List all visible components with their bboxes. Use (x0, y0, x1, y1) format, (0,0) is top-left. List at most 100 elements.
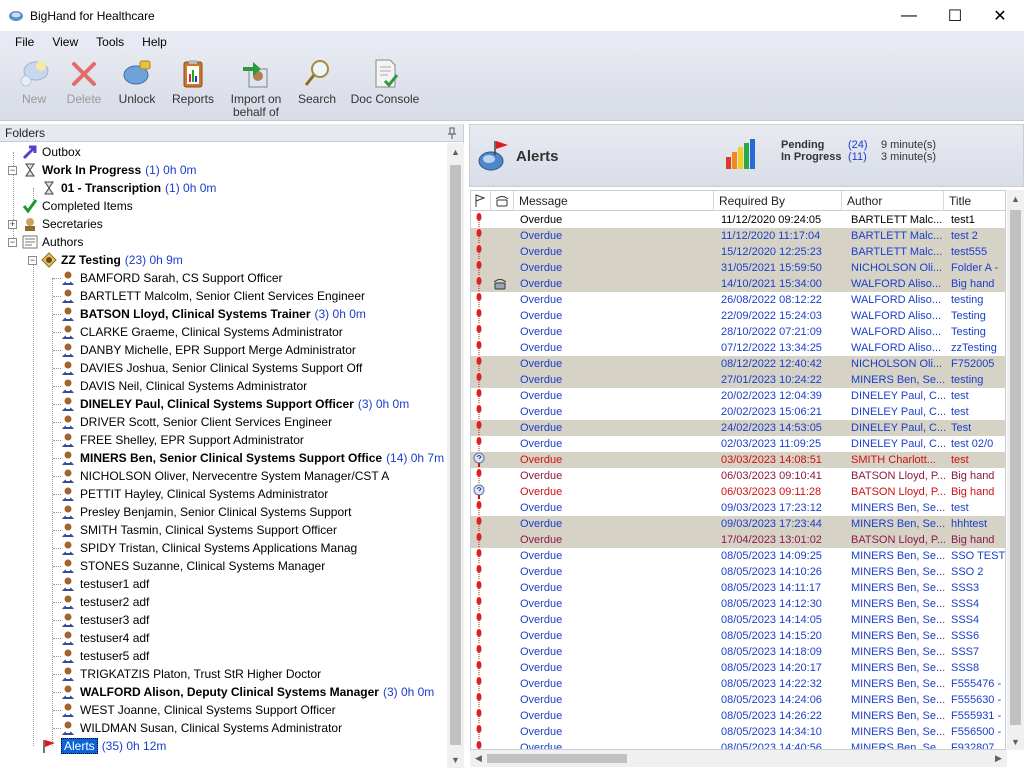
alert-row[interactable]: Overdue 09/03/2023 17:23:12 MINERS Ben, Se… (471, 500, 1005, 516)
tree-item-author[interactable]: DRIVER Scott, Senior Client Services Eng… (60, 413, 336, 431)
alert-row[interactable]: Overdue 08/05/2023 14:26:22 MINERS Ben, Se… (471, 708, 1005, 724)
unlock-button[interactable]: Unlock (114, 57, 160, 106)
phone-column-header[interactable] (491, 191, 514, 211)
expander-authors[interactable]: − (8, 238, 17, 247)
grid-vertical-scrollbar[interactable]: ▲ ▼ (1007, 190, 1024, 750)
alert-row[interactable]: Overdue 06/03/2023 09:10:41 BATSON Lloyd, … (471, 468, 1005, 484)
alert-row[interactable]: Overdue 20/02/2023 12:04:39 DINELEY Paul, … (471, 388, 1005, 404)
alert-row[interactable]: Overdue 08/05/2023 14:10:26 MINERS Ben, Se… (471, 564, 1005, 580)
scroll-up-icon[interactable]: ▲ (1007, 190, 1024, 207)
menu-view[interactable]: View (43, 31, 87, 53)
tree-item-author[interactable]: MINERS Ben, Senior Clinical Systems Supp… (60, 449, 444, 467)
pin-icon[interactable] (447, 127, 457, 139)
title-column-header[interactable]: Title (944, 191, 1005, 211)
required-by-column-header[interactable]: Required By (714, 191, 842, 211)
expander-secretaries[interactable]: + (8, 220, 17, 229)
alert-row[interactable]: Overdue 31/05/2021 15:59:50 NICHOLSON Oli.… (471, 260, 1005, 276)
alert-row[interactable]: Overdue 24/02/2023 14:53:05 DINELEY Paul, … (471, 420, 1005, 436)
scroll-down-icon[interactable]: ▼ (447, 751, 464, 768)
tree-item-author[interactable]: WALFORD Alison, Deputy Clinical Systems … (60, 683, 434, 701)
alert-row[interactable]: Overdue 08/05/2023 14:12:30 MINERS Ben, Se… (471, 596, 1005, 612)
alert-row[interactable]: Overdue 20/02/2023 15:06:21 DINELEY Paul, … (471, 404, 1005, 420)
tree-item-author[interactable]: WILDMAN Susan, Clinical Systems Administ… (60, 719, 346, 737)
alert-row[interactable]: Overdue 02/03/2023 11:09:25 DINELEY Paul, … (471, 436, 1005, 452)
alert-row[interactable]: Overdue 08/05/2023 14:09:25 MINERS Ben, Se… (471, 548, 1005, 564)
menu-help[interactable]: Help (133, 31, 176, 53)
delete-button[interactable]: Delete (64, 57, 104, 106)
tree-item-author[interactable]: SMITH Tasmin, Clinical Systems Support O… (60, 521, 341, 539)
expander-wip[interactable]: − (8, 166, 17, 175)
tree-item-author[interactable]: TRIGKATZIS Platon, Trust StR Higher Doct… (60, 665, 325, 683)
alert-row[interactable]: Overdue 06/03/2023 09:11:28 BATSON Lloyd, … (471, 484, 1005, 500)
alert-row[interactable]: Overdue 11/12/2020 09:24:05 BARTLETT Malc.… (471, 212, 1005, 228)
tree-item-completed[interactable]: Completed Items (22, 197, 133, 215)
author-column-header[interactable]: Author (842, 191, 944, 211)
tree-item-author[interactable]: DINELEY Paul, Clinical Systems Support O… (60, 395, 409, 413)
alert-row[interactable]: Overdue 08/05/2023 14:24:06 MINERS Ben, Se… (471, 692, 1005, 708)
alert-row[interactable]: Overdue 14/10/2021 15:34:00 WALFORD Aliso.… (471, 276, 1005, 292)
scroll-left-icon[interactable]: ◀ (470, 750, 487, 767)
tree-item-author[interactable]: testuser2 adf (60, 593, 153, 611)
alert-row[interactable]: Overdue 22/09/2022 15:24:03 WALFORD Aliso.… (471, 308, 1005, 324)
tree-item-transcription[interactable]: 01 - Transcription (1) 0h 0m (41, 179, 216, 197)
grid-horizontal-scrollbar[interactable]: ◀ ▶ (470, 750, 1007, 767)
scroll-down-icon[interactable]: ▼ (1007, 733, 1024, 750)
search-button[interactable]: Search (296, 57, 338, 106)
close-button[interactable]: ✕ (977, 0, 1023, 31)
scroll-up-icon[interactable]: ▲ (447, 143, 464, 160)
tree-item-author[interactable]: BATSON Lloyd, Clinical Systems Trainer (3… (60, 305, 366, 323)
scroll-thumb[interactable] (487, 754, 627, 763)
scroll-right-icon[interactable]: ▶ (990, 750, 1007, 767)
tree-item-author[interactable]: FREE Shelley, EPR Support Administrator (60, 431, 308, 449)
alert-row[interactable]: Overdue 28/10/2022 07:21:09 WALFORD Aliso.… (471, 324, 1005, 340)
tree-item-author[interactable]: BAMFORD Sarah, CS Support Officer (60, 269, 287, 287)
alert-row[interactable]: Overdue 08/05/2023 14:20:17 MINERS Ben, Se… (471, 660, 1005, 676)
alert-row[interactable]: Overdue 08/05/2023 14:15:20 MINERS Ben, Se… (471, 628, 1005, 644)
tree-item-author[interactable]: DANBY Michelle, EPR Support Merge Admini… (60, 341, 360, 359)
new-button[interactable]: New (14, 57, 54, 106)
expander-zz-testing[interactable]: − (28, 256, 37, 265)
alert-row[interactable]: Overdue 15/12/2020 12:25:23 BARTLETT Malc.… (471, 244, 1005, 260)
minimize-button[interactable]: — (886, 0, 932, 31)
folders-scrollbar[interactable]: ▲ ▼ (447, 143, 464, 768)
tree-item-work-in-progress[interactable]: Work In Progress (1) 0h 0m (22, 161, 197, 179)
tree-item-outbox[interactable]: Outbox (22, 143, 81, 161)
doc-console-button[interactable]: Doc Console (350, 57, 420, 106)
tree-item-author[interactable]: testuser5 adf (60, 647, 153, 665)
alert-row[interactable]: Overdue 27/01/2023 10:24:22 MINERS Ben, Se… (471, 372, 1005, 388)
tree-item-author[interactable]: testuser3 adf (60, 611, 153, 629)
tree-item-author[interactable]: testuser1 adf (60, 575, 153, 593)
tree-item-author[interactable]: SPIDY Tristan, Clinical Systems Applicat… (60, 539, 361, 557)
tree-item-author[interactable]: DAVIS Neil, Clinical Systems Administrat… (60, 377, 311, 395)
alert-row[interactable]: Overdue 26/08/2022 08:12:22 WALFORD Aliso.… (471, 292, 1005, 308)
scroll-thumb[interactable] (1010, 210, 1021, 725)
alert-row[interactable]: Overdue 08/05/2023 14:18:09 MINERS Ben, Se… (471, 644, 1005, 660)
tree-item-authors[interactable]: Authors (22, 233, 83, 251)
tree-item-author[interactable]: WEST Joanne, Clinical Systems Support Of… (60, 701, 340, 719)
import-on-behalf-button[interactable]: Import on behalf of (226, 57, 286, 119)
alert-row[interactable]: Overdue 08/05/2023 14:34:10 MINERS Ben, Se… (471, 724, 1005, 740)
tree-item-alerts[interactable]: Alerts (35) 0h 12m (41, 737, 166, 755)
reports-button[interactable]: Reports (168, 57, 218, 106)
tree-item-author[interactable]: CLARKE Graeme, Clinical Systems Administ… (60, 323, 347, 341)
alert-row[interactable]: Overdue 17/04/2023 13:01:02 BATSON Lloyd, … (471, 532, 1005, 548)
tree-item-secretaries[interactable]: Secretaries (22, 215, 103, 233)
tree-item-zz-testing[interactable]: ZZ Testing (23) 0h 9m (41, 251, 183, 269)
alert-row[interactable]: Overdue 09/03/2023 17:23:44 MINERS Ben, Se… (471, 516, 1005, 532)
tree-item-author[interactable]: PETTIT Hayley, Clinical Systems Administ… (60, 485, 332, 503)
tree-item-author[interactable]: BARTLETT Malcolm, Senior Client Services… (60, 287, 369, 305)
alert-row[interactable]: Overdue 08/12/2022 12:40:42 NICHOLSON Oli.… (471, 356, 1005, 372)
tree-item-author[interactable]: testuser4 adf (60, 629, 153, 647)
alert-row[interactable]: Overdue 08/05/2023 14:14:05 MINERS Ben, Se… (471, 612, 1005, 628)
alert-row[interactable]: Overdue 08/05/2023 14:40:56 MINERS Ben, Se… (471, 740, 1005, 749)
menu-file[interactable]: File (6, 31, 43, 53)
alert-row[interactable]: Overdue 07/12/2022 13:34:25 WALFORD Aliso.… (471, 340, 1005, 356)
flag-column-header[interactable] (471, 191, 491, 211)
maximize-button[interactable]: ☐ (932, 0, 978, 31)
alert-row[interactable]: Overdue 08/05/2023 14:22:32 MINERS Ben, Se… (471, 676, 1005, 692)
menu-tools[interactable]: Tools (87, 31, 133, 53)
alert-row[interactable]: Overdue 11/12/2020 11:17:04 BARTLETT Malc.… (471, 228, 1005, 244)
tree-item-author[interactable]: NICHOLSON Oliver, Nervecentre System Man… (60, 467, 393, 485)
tree-item-author[interactable]: DAVIES Joshua, Senior Clinical Systems S… (60, 359, 366, 377)
alert-row[interactable]: Overdue 08/05/2023 14:11:17 MINERS Ben, Se… (471, 580, 1005, 596)
